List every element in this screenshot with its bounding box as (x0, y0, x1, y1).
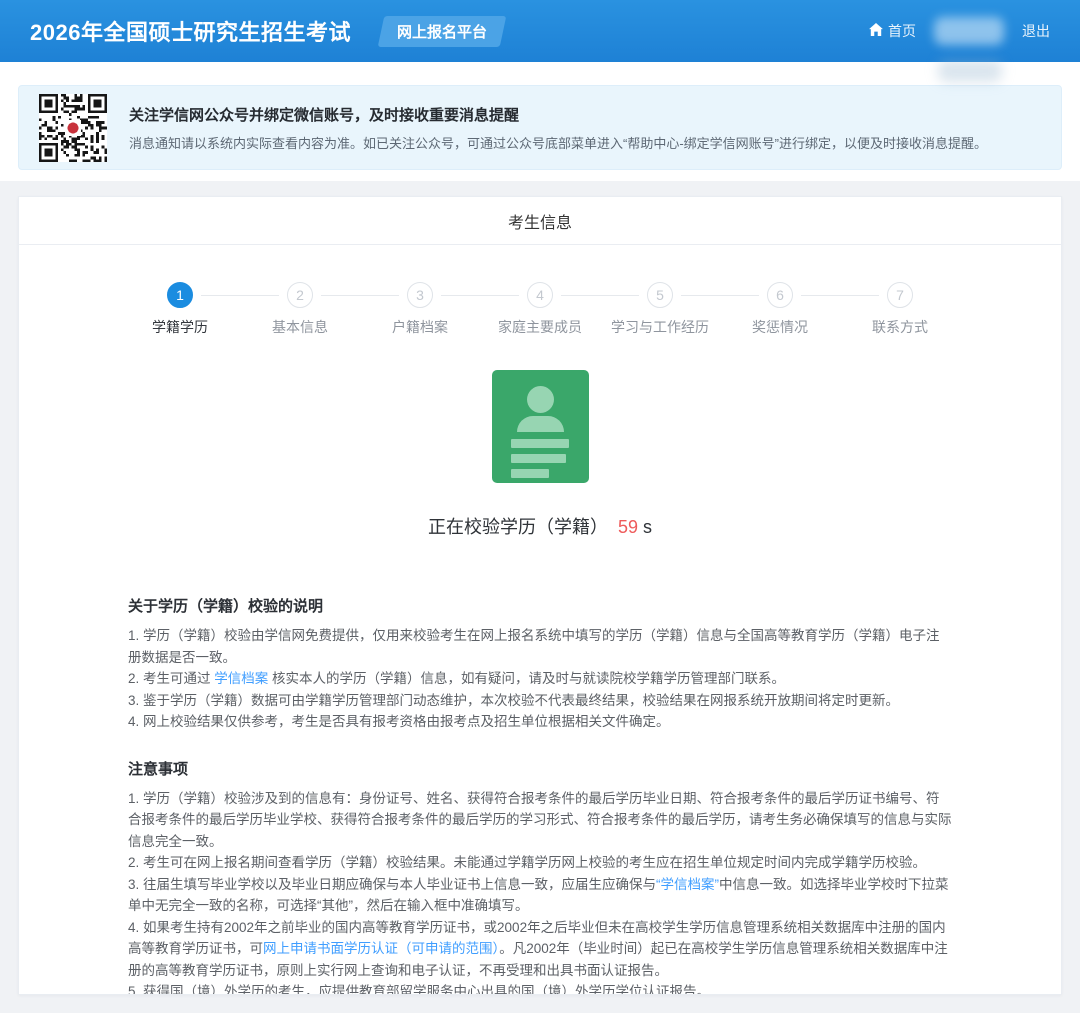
info-item: 3. 鉴于学历（学籍）数据可由学籍学历管理部门动态维护，本次校验不代表最终结果，… (128, 690, 952, 712)
section-title: 注意事项 (128, 758, 952, 779)
info-item: 1. 学历（学籍）校验由学信网免费提供，仅用来校验考生在网上报名系统中填写的学历… (128, 625, 952, 668)
person-head-glyph (527, 386, 554, 413)
home-link[interactable]: 首页 (869, 21, 916, 41)
stepper: 1 学籍学历 2 基本信息 3 户籍档案 4 家庭主要成员 5 学习与工作经历 6 奖惩情况 7 联系方式 (120, 282, 960, 337)
countdown-seconds: 59 (618, 517, 638, 537)
step-label: 奖惩情况 (720, 317, 840, 337)
platform-badge-label: 网上报名平台 (397, 21, 487, 42)
step-circle: 6 (767, 282, 793, 308)
step-label: 家庭主要成员 (480, 317, 600, 337)
countdown-unit: s (643, 517, 652, 537)
logout-link[interactable]: 退出 (1022, 21, 1050, 41)
info-item: 4. 网上校验结果仅供参考，考生是否具有报考资格由报考点及招生单位根据相关文件确… (128, 711, 952, 733)
info-section: 关于学历（学籍）校验的说明 1. 学历（学籍）校验由学信网免费提供，仅用来校验考生… (128, 595, 952, 733)
person-shoulders-glyph (517, 416, 564, 432)
user-name-censored[interactable] (934, 17, 1004, 45)
step-label: 学习与工作经历 (600, 317, 720, 337)
censor-artifact (938, 60, 1002, 82)
info-item: 1. 学历（学籍）校验涉及到的信息有：身份证号、姓名、获得符合报考条件的最后学历… (128, 788, 952, 853)
section-title: 关于学历（学籍）校验的说明 (128, 595, 952, 616)
step-3: 3 户籍档案 (360, 282, 480, 337)
step-label: 基本信息 (240, 317, 360, 337)
step-circle: 5 (647, 282, 673, 308)
step-circle: 1 (167, 282, 193, 308)
info-sections: 关于学历（学籍）校验的说明 1. 学历（学籍）校验由学信网免费提供，仅用来校验考生… (128, 595, 952, 995)
id-card-icon (492, 370, 589, 483)
checking-status: 正在校验学历（学籍） 59s (19, 513, 1061, 539)
step-label: 联系方式 (840, 317, 960, 337)
text-link[interactable]: 学信档案 (214, 671, 268, 686)
step-label: 户籍档案 (360, 317, 480, 337)
step-4: 4 家庭主要成员 (480, 282, 600, 337)
step-circle: 4 (527, 282, 553, 308)
home-label: 首页 (888, 21, 916, 41)
app-header: 2026年全国硕士研究生招生考试 网上报名平台 首页 退出 (0, 0, 1080, 62)
info-item: 2. 考生可在网上报名期间查看学历（学籍）校验结果。未能通过学籍学历网上校验的考… (128, 852, 952, 874)
page-body: 考生信息 1 学籍学历 2 基本信息 3 户籍档案 4 家庭主要成员 5 学习与工作经历 6 奖惩情况… (0, 181, 1080, 1013)
step-7: 7 联系方式 (840, 282, 960, 337)
text-link[interactable]: 网上申请书面学历认证 (263, 941, 398, 956)
info-item: 5. 获得国（境）外学历的考生，应提供教育部留学服务中心出具的国（境）外学历学位… (128, 981, 952, 995)
info-item: 4. 如果考生持有2002年之前毕业的国内高等教育学历证书，或2002年之后毕业… (128, 917, 952, 982)
notice-title: 关注学信网公众号并绑定微信账号，及时接收重要消息提醒 (129, 104, 987, 125)
home-icon (869, 23, 883, 39)
notice-banner: 关注学信网公众号并绑定微信账号，及时接收重要消息提醒 消息通知请以系统内实际查看… (18, 85, 1062, 170)
step-label: 学籍学历 (120, 317, 240, 337)
step-circle: 3 (407, 282, 433, 308)
text-lines-glyph (511, 439, 569, 478)
checking-status-text: 正在校验学历（学籍） (428, 517, 608, 537)
info-item: 2. 考生可通过 学信档案 核实本人的学历（学籍）信息，如有疑问，请及时与就读院… (128, 668, 952, 690)
notice-text: 关注学信网公众号并绑定微信账号，及时接收重要消息提醒 消息通知请以系统内实际查看… (129, 104, 987, 152)
platform-badge: 网上报名平台 (378, 16, 507, 47)
info-item: 3. 往届生填写毕业学校以及毕业日期应确保与本人毕业证书上信息一致，应届生应确保… (128, 874, 952, 917)
step-6: 6 奖惩情况 (720, 282, 840, 337)
candidate-info-card: 考生信息 1 学籍学历 2 基本信息 3 户籍档案 4 家庭主要成员 5 学习与工作经历 6 奖惩情况… (18, 196, 1062, 995)
step-circle: 7 (887, 282, 913, 308)
app-title: 2026年全国硕士研究生招生考试 (30, 15, 351, 47)
text-link[interactable]: “学信档案” (656, 877, 719, 892)
notice-desc: 消息通知请以系统内实际查看内容为准。如已关注公众号，可通过公众号底部菜单进入“帮… (129, 133, 987, 152)
card-title: 考生信息 (19, 197, 1061, 245)
info-section: 注意事项 1. 学历（学籍）校验涉及到的信息有：身份证号、姓名、获得符合报考条件的… (128, 758, 952, 996)
step-5: 5 学习与工作经历 (600, 282, 720, 337)
text-link[interactable]: （ (398, 941, 412, 956)
step-2: 2 基本信息 (240, 282, 360, 337)
header-nav: 首页 退出 (869, 17, 1050, 45)
step-1: 1 学籍学历 (120, 282, 240, 337)
text-link[interactable]: 可申请的范围 (412, 941, 493, 956)
notice-band: 关注学信网公众号并绑定微信账号，及时接收重要消息提醒 消息通知请以系统内实际查看… (0, 62, 1080, 181)
step-circle: 2 (287, 282, 313, 308)
qr-code (39, 94, 107, 162)
